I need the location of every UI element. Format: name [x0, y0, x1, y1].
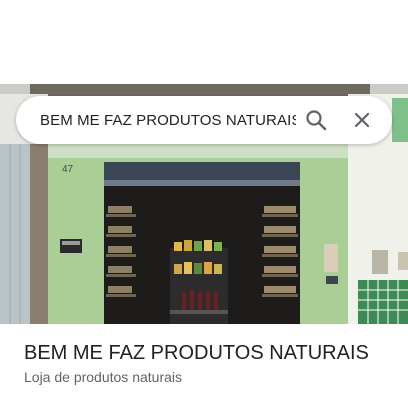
top-blank-area [0, 0, 408, 84]
search-input[interactable]: BEM ME FAZ PRODUTOS NATURAIS [16, 112, 296, 129]
place-category: Loja de produtos naturais [24, 369, 182, 385]
search-icon [306, 110, 327, 131]
search-button[interactable] [296, 100, 336, 140]
search-bar[interactable]: BEM ME FAZ PRODUTOS NATURAIS [16, 96, 392, 144]
clear-search-button[interactable] [342, 100, 382, 140]
place-title[interactable]: BEM ME FAZ PRODUTOS NATURAIS [24, 342, 384, 365]
close-icon [354, 112, 370, 128]
address-number: 47 [62, 164, 74, 175]
place-info-panel: BEM ME FAZ PRODUTOS NATURAIS Loja de pro… [0, 324, 408, 408]
